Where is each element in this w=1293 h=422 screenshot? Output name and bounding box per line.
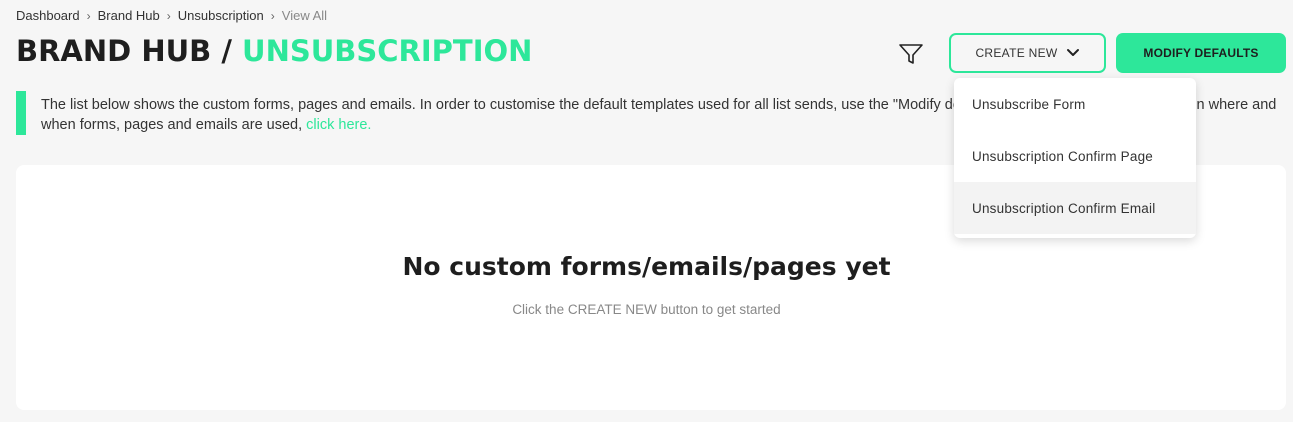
page-title-accent: UNSUBSCRIPTION — [242, 34, 533, 68]
create-new-label: CREATE NEW — [975, 46, 1058, 60]
filter-button[interactable] — [896, 40, 926, 68]
page-title-prefix: BRAND HUB / — [16, 34, 243, 68]
empty-state-subtitle: Click the CREATE NEW button to get start… — [512, 302, 781, 317]
chevron-right-icon: › — [166, 8, 171, 23]
create-new-button[interactable]: CREATE NEW — [949, 33, 1106, 73]
page-title: BRAND HUB / UNSUBSCRIPTION — [16, 34, 532, 68]
create-new-dropdown: Unsubscribe Form Unsubscription Confirm … — [954, 78, 1196, 238]
chevron-right-icon: › — [86, 8, 91, 23]
breadcrumb-view-all: View All — [281, 8, 328, 23]
chevron-right-icon: › — [270, 8, 275, 23]
chevron-down-icon — [1066, 49, 1079, 56]
menu-item-unsubscribe-form[interactable]: Unsubscribe Form — [954, 78, 1196, 130]
empty-state-title: No custom forms/emails/pages yet — [402, 252, 891, 281]
menu-item-unsubscription-confirm-page[interactable]: Unsubscription Confirm Page — [954, 130, 1196, 182]
breadcrumb-unsubscription[interactable]: Unsubscription — [178, 8, 264, 23]
filter-icon — [899, 44, 923, 64]
click-here-link[interactable]: click here. — [306, 117, 371, 133]
modify-defaults-button[interactable]: MODIFY DEFAULTS — [1116, 33, 1286, 73]
menu-item-unsubscription-confirm-email[interactable]: Unsubscription Confirm Email — [954, 182, 1196, 234]
info-accent-bar — [16, 91, 26, 135]
breadcrumb-dashboard[interactable]: Dashboard — [16, 8, 80, 23]
breadcrumb: Dashboard › Brand Hub › Unsubscription ›… — [16, 8, 327, 23]
breadcrumb-brand-hub[interactable]: Brand Hub — [98, 8, 160, 23]
